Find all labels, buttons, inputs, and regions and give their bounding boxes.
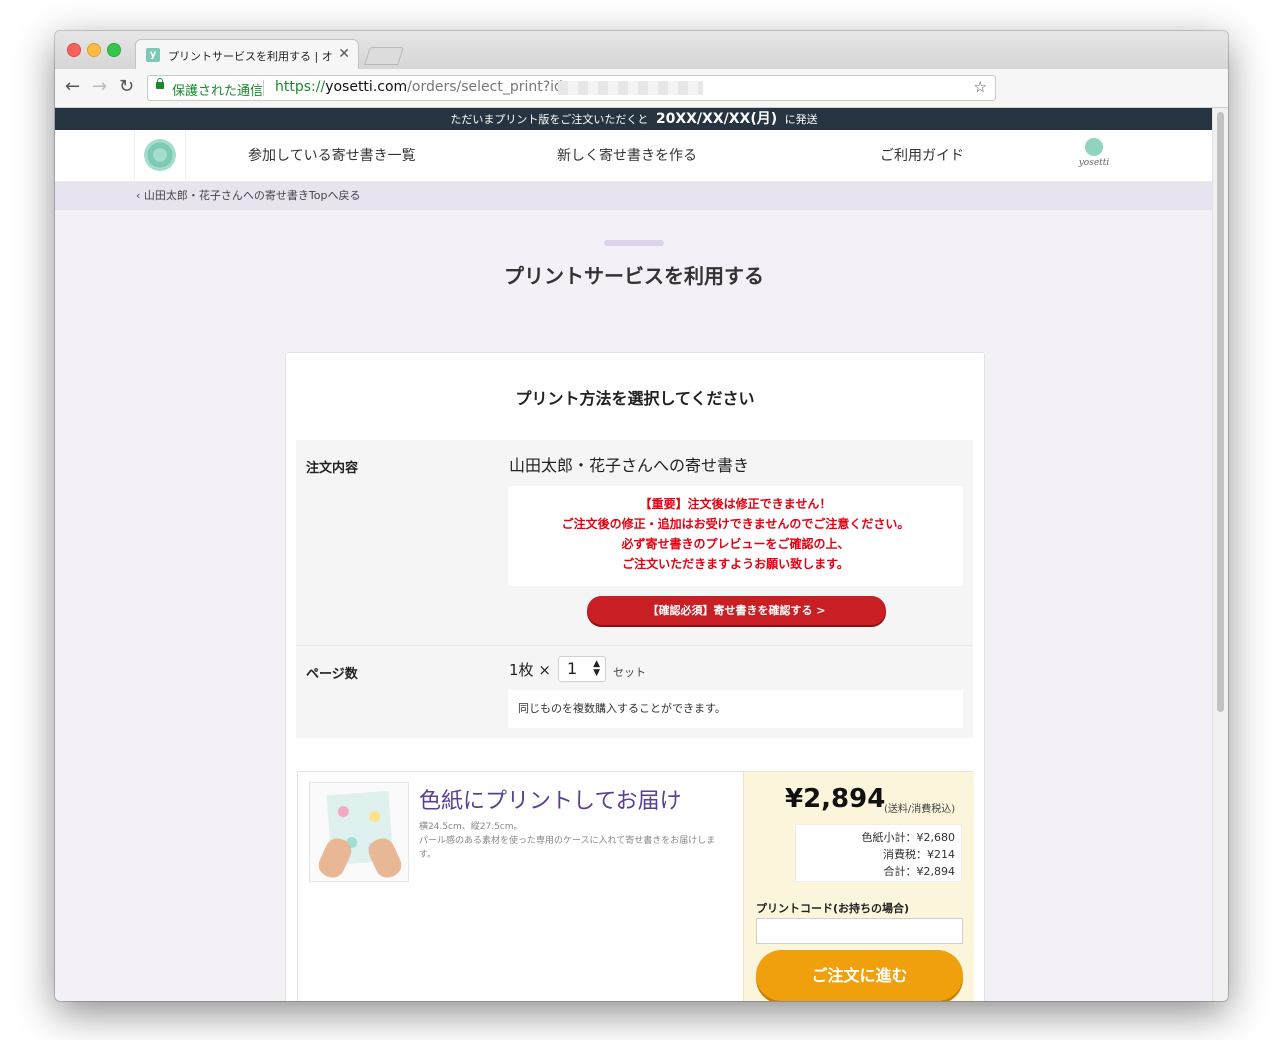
address-bar[interactable]: 保護された通信 https://yosetti.com/orders/selec… <box>147 75 996 101</box>
print-code-label: プリントコード(お持ちの場合) <box>756 902 910 915</box>
total-price: ¥2,894 <box>785 784 886 814</box>
product-name: 色紙にプリントしてお届け <box>419 789 682 814</box>
warning-box: 【重要】注文後は修正できません！ ご注文後の修正・追加はお受けできませんのでご注… <box>508 486 963 586</box>
announcement-date: 20XX/XX/XX(月) <box>655 111 778 127</box>
url-scheme: https:// <box>275 79 326 95</box>
back-to-message-top-link[interactable]: 山田太郎・花子さんへの寄せ書きTopへ戻る <box>144 189 361 202</box>
row-divider <box>296 645 973 646</box>
page-content: ただいまプリント版をご注文いただくと 20XX/XX/XX(月) に発送 参加し… <box>55 108 1213 1001</box>
announcement-suffix: に発送 <box>784 113 818 126</box>
price-breakdown: 色紙小計：¥2,680 消費税：¥214 合計：¥2,894 <box>795 824 962 882</box>
warning-line: ご注文後の修正・追加はお受けできませんのでご注意ください。 <box>561 517 910 531</box>
order-name: 山田太郎・花子さんへの寄せ書き <box>509 456 750 475</box>
proceed-to-order-button[interactable]: ご注文に進む <box>756 950 963 1001</box>
brand-wordmark: yosetti <box>1078 158 1110 168</box>
back-arrow-icon[interactable]: ← <box>65 77 80 97</box>
pages-label: ページ数 <box>306 667 358 682</box>
tax: 消費税：¥214 <box>883 848 955 861</box>
order-label: 注文内容 <box>306 461 359 476</box>
minimize-window-button[interactable] <box>87 43 101 57</box>
chevron-left-icon: ‹ <box>136 189 144 202</box>
close-icon[interactable]: ✕ <box>338 46 350 62</box>
print-method-card: プリント方法を選択してください 注文内容 山田太郎・花子さんへの寄せ書き 【重要… <box>285 352 985 1001</box>
breadcrumb: ‹ 山田太郎・花子さんへの寄せ書きTopへ戻る <box>55 182 1213 210</box>
vertical-scrollbar[interactable] <box>1212 108 1228 1001</box>
site-navigation: 参加している寄せ書き一覧 新しく寄せ書きを作る ご利用ガイド yosetti <box>55 130 1213 182</box>
multiply-sign: × <box>538 661 551 679</box>
print-code-input[interactable] <box>756 918 963 944</box>
stepper-arrows-icon[interactable]: ▲ ▼ <box>593 660 600 678</box>
multiple-purchase-note: 同じものを複数購入することができます。 <box>508 690 963 728</box>
title-accent-bar <box>604 240 664 246</box>
browser-tab[interactable]: y プリントサービスを利用する | オン ✕ <box>135 39 359 70</box>
product-thumbnail <box>309 782 409 882</box>
page-title: プリントサービスを利用する <box>504 264 764 288</box>
announcement-prefix: ただいまプリント版をご注文いただくと <box>450 113 649 126</box>
warning-line: 必ず寄せ書きのプレビューをご確認の上、 <box>621 537 850 551</box>
product-option: 色紙にプリントしてお届け 横24.5cm、縦27.5cm。 パール感のある素材を… <box>297 771 974 1001</box>
redacted-url-id <box>558 81 703 95</box>
total: 合計：¥2,894 <box>883 865 956 878</box>
shipping-announcement: ただいまプリント版をご注文いただくと 20XX/XX/XX(月) に発送 <box>55 108 1213 130</box>
confirm-message-button[interactable]: 【確認必須】寄せ書きを確認する > <box>587 596 886 625</box>
url-path: /orders/select_print?id= <box>407 79 575 95</box>
price-note: (送料/消費税込) <box>884 804 956 815</box>
maximize-window-button[interactable] <box>107 43 121 57</box>
forward-arrow-icon[interactable]: → <box>92 77 107 97</box>
browser-window: y プリントサービスを利用する | オン ✕ ← → ↻ 保護された通信 htt… <box>55 31 1228 1001</box>
yosetti-brand[interactable]: yosetti <box>1076 138 1112 174</box>
set-unit-label: セット <box>613 666 646 679</box>
product-description: 横24.5cm、縦27.5cm。 パール感のある素材を使った専用のケースに入れて… <box>419 820 729 862</box>
warning-line: 【重要】注文後は修正できません！ <box>639 497 832 511</box>
favicon-icon: y <box>146 48 160 62</box>
quantity-value: 1 <box>567 659 578 678</box>
sheets-text: 1枚 <box>509 661 534 679</box>
scrollbar-thumb[interactable] <box>1217 112 1224 712</box>
tab-title: プリントサービスを利用する | オン <box>168 50 333 63</box>
site-logo[interactable] <box>134 130 186 180</box>
flower-logo-icon <box>144 139 176 171</box>
nav-joined-messages[interactable]: 参加している寄せ書き一覧 <box>248 145 416 165</box>
order-details: 注文内容 山田太郎・花子さんへの寄せ書き 【重要】注文後は修正できません！ ご注… <box>296 440 973 738</box>
browser-toolbar: ← → ↻ 保護された通信 https://yosetti.com/orders… <box>55 69 1228 108</box>
card-heading: プリント方法を選択してください <box>515 389 755 408</box>
sheet-count: 1枚 × <box>509 659 551 680</box>
secure-label: 保護された通信 <box>172 84 264 99</box>
price-panel: ¥2,894 (送料/消費税込) 色紙小計：¥2,680 消費税：¥214 合計… <box>743 772 974 1001</box>
reload-icon[interactable]: ↻ <box>119 77 134 97</box>
lock-icon <box>156 78 164 89</box>
product-size: 横24.5cm、縦27.5cm。 <box>419 822 523 832</box>
star-icon[interactable]: ☆ <box>974 78 987 96</box>
tab-bar: y プリントサービスを利用する | オン ✕ <box>55 31 1228 70</box>
url-host: yosetti.com <box>325 79 408 95</box>
url-separator <box>263 80 264 96</box>
nav-usage-guide[interactable]: ご利用ガイド <box>880 145 964 165</box>
close-window-button[interactable] <box>67 43 81 57</box>
new-tab-button[interactable] <box>364 47 404 65</box>
quantity-stepper[interactable]: 1 ▲ ▼ <box>558 656 606 682</box>
warning-line: ご注文いただきますようお願い致します。 <box>622 557 849 571</box>
url-text[interactable]: https://yosetti.com/orders/select_print?… <box>275 79 575 95</box>
subtotal: 色紙小計：¥2,680 <box>861 831 956 844</box>
product-detail: パール感のある素材を使った専用のケースに入れて寄せ書きをお届けします。 <box>419 836 716 860</box>
nav-create-message[interactable]: 新しく寄せ書きを作る <box>557 145 697 165</box>
brand-flower-icon <box>1085 138 1103 156</box>
